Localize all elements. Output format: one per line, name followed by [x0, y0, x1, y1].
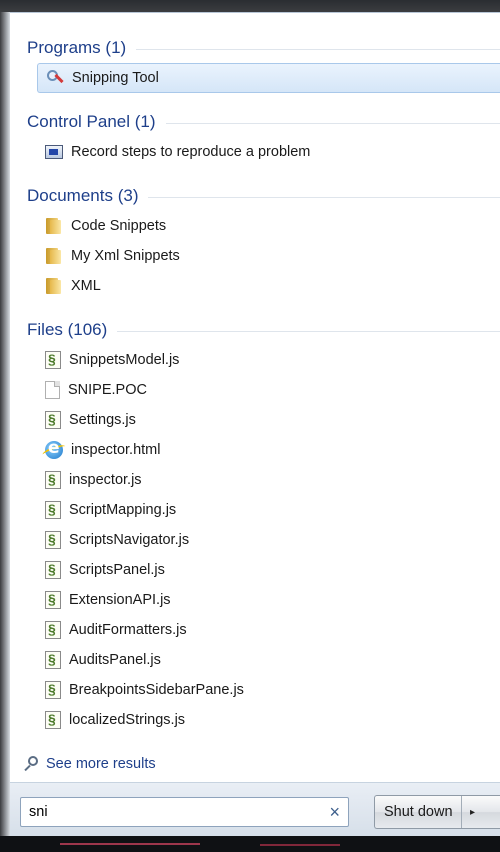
- result-file[interactable]: ScriptsPanel.js: [10, 555, 500, 585]
- shutdown-split-button: Shut down ▸: [374, 795, 500, 829]
- result-label: inspector.html: [71, 442, 161, 458]
- control-panel-header[interactable]: Control Panel (1): [10, 107, 500, 137]
- result-file[interactable]: AuditFormatters.js: [10, 615, 500, 645]
- js-file-icon: [45, 411, 61, 429]
- js-file-icon: [45, 471, 61, 489]
- result-file[interactable]: SnippetsModel.js: [10, 345, 500, 375]
- folder-icon: [45, 218, 63, 234]
- result-my-xml-snippets[interactable]: My Xml Snippets: [10, 241, 500, 271]
- files-header-label: Files (106): [27, 320, 108, 339]
- divider: [165, 122, 500, 124]
- menu-frame-edge: [0, 12, 10, 842]
- js-file-icon: [45, 531, 61, 549]
- result-label: Snipping Tool: [72, 70, 159, 86]
- result-label: AuditFormatters.js: [69, 622, 187, 638]
- clear-search-icon[interactable]: ×: [329, 803, 340, 821]
- js-file-icon: [45, 651, 61, 669]
- programs-section: Programs (1) Snipping Tool: [10, 33, 500, 93]
- result-label: SNIPE.POC: [68, 382, 147, 398]
- result-label: My Xml Snippets: [71, 248, 180, 264]
- divider: [136, 48, 500, 50]
- folder-icon: [45, 278, 63, 294]
- result-label: localizedStrings.js: [69, 712, 186, 728]
- js-file-icon: [45, 591, 61, 609]
- result-file[interactable]: Settings.js: [10, 405, 500, 435]
- see-more-results-link[interactable]: See more results: [10, 749, 156, 779]
- documents-section: Documents (3) Code Snippets My Xml Snipp…: [10, 181, 500, 301]
- result-snipping-tool[interactable]: Snipping Tool: [37, 63, 500, 93]
- result-file[interactable]: inspector.js: [10, 465, 500, 495]
- search-input[interactable]: [29, 804, 330, 820]
- files-section: Files (106) SnippetsModel.js SNIPE.POC S…: [10, 315, 500, 735]
- result-code-snippets[interactable]: Code Snippets: [10, 211, 500, 241]
- js-file-icon: [45, 711, 61, 729]
- documents-header-label: Documents (3): [27, 186, 139, 205]
- result-file[interactable]: SNIPE.POC: [10, 375, 500, 405]
- files-header[interactable]: Files (106): [10, 315, 500, 345]
- result-label: ScriptsNavigator.js: [69, 532, 190, 548]
- divider: [148, 196, 500, 198]
- divider: [117, 330, 500, 332]
- ie-icon: [45, 438, 63, 459]
- shutdown-options-arrow-icon[interactable]: ▸: [460, 796, 484, 828]
- js-file-icon: [45, 501, 61, 519]
- result-file[interactable]: BreakpointsSidebarPane.js: [10, 675, 500, 705]
- result-file[interactable]: ScriptsNavigator.js: [10, 525, 500, 555]
- result-label: Record steps to reproduce a problem: [71, 144, 311, 160]
- result-file[interactable]: localizedStrings.js: [10, 705, 500, 735]
- search-icon: [24, 756, 40, 772]
- js-file-icon: [45, 681, 61, 699]
- js-file-icon: [45, 621, 61, 639]
- search-box[interactable]: ×: [20, 797, 349, 827]
- folder-icon: [45, 248, 63, 264]
- taskbar-top-strip: [0, 0, 500, 12]
- result-file[interactable]: ExtensionAPI.js: [10, 585, 500, 615]
- result-file[interactable]: AuditsPanel.js: [10, 645, 500, 675]
- start-menu-results: Programs (1) Snipping Tool Control Panel…: [10, 12, 500, 783]
- result-label: AuditsPanel.js: [69, 652, 161, 668]
- js-file-icon: [45, 561, 61, 579]
- control-panel-header-label: Control Panel (1): [27, 112, 156, 131]
- result-label: inspector.js: [69, 472, 142, 488]
- result-label: XML: [71, 278, 101, 294]
- result-label: BreakpointsSidebarPane.js: [69, 682, 244, 698]
- result-label: ScriptMapping.js: [69, 502, 177, 518]
- js-file-icon: [45, 351, 61, 369]
- result-label: Code Snippets: [71, 218, 167, 234]
- documents-header[interactable]: Documents (3): [10, 181, 500, 211]
- programs-header-label: Programs (1): [27, 38, 127, 57]
- result-xml[interactable]: XML: [10, 271, 500, 301]
- shutdown-button[interactable]: Shut down: [375, 796, 461, 828]
- decorative-stripe: [60, 843, 200, 845]
- result-label: SnippetsModel.js: [69, 352, 180, 368]
- steps-recorder-icon: [45, 145, 63, 159]
- decorative-stripe: [260, 844, 340, 846]
- programs-header[interactable]: Programs (1): [10, 33, 500, 63]
- control-panel-section: Control Panel (1) Record steps to reprod…: [10, 107, 500, 167]
- result-label: ExtensionAPI.js: [69, 592, 171, 608]
- result-label: Settings.js: [69, 412, 136, 428]
- result-record-steps[interactable]: Record steps to reproduce a problem: [10, 137, 500, 167]
- blank-file-icon: [45, 381, 60, 399]
- result-file[interactable]: ScriptMapping.js: [10, 495, 500, 525]
- result-label: ScriptsPanel.js: [69, 562, 165, 578]
- see-more-label: See more results: [46, 756, 156, 772]
- result-file[interactable]: inspector.html: [10, 435, 500, 465]
- taskbar-bottom-edge: [0, 836, 500, 852]
- scissors-icon: [46, 69, 64, 87]
